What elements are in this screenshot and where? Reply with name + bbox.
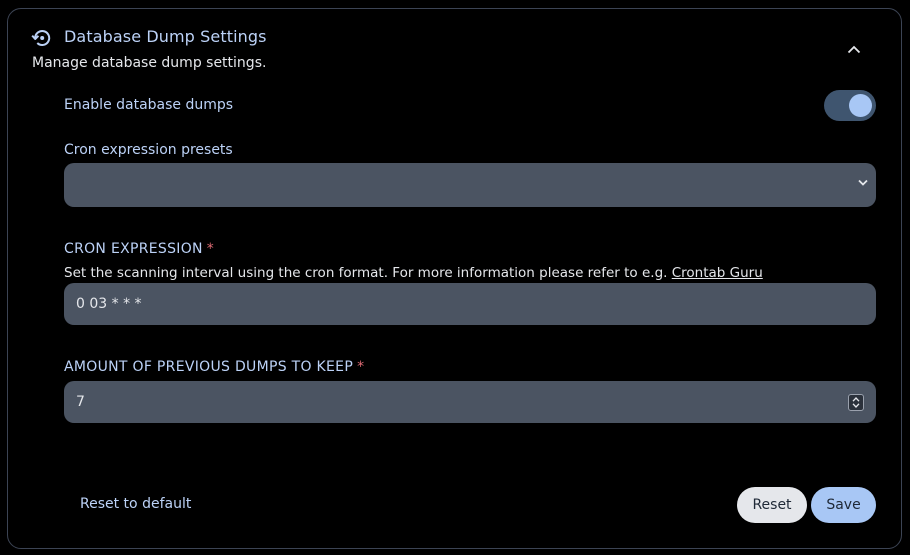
cron-expression-label-text: CRON EXPRESSION: [64, 241, 203, 257]
chevron-up-icon: [847, 45, 861, 53]
cron-presets-select[interactable]: [64, 163, 876, 207]
cron-expression-label: CRON EXPRESSION *: [64, 241, 214, 257]
dumps-to-keep-label-text: AMOUNT OF PREVIOUS DUMPS TO KEEP: [64, 359, 354, 375]
section-description: Manage database dump settings.: [32, 55, 267, 71]
collapse-button[interactable]: [842, 37, 866, 61]
cron-expression-value: 0 03 * * *: [76, 296, 142, 312]
backup-restore-icon: [31, 27, 53, 49]
save-button[interactable]: Save: [811, 487, 876, 523]
crontab-guru-link[interactable]: Crontab Guru: [672, 265, 763, 281]
section-title: Database Dump Settings: [64, 27, 267, 46]
chevron-down-icon: [858, 179, 868, 186]
number-stepper[interactable]: [848, 394, 864, 411]
enable-dumps-toggle[interactable]: [824, 90, 876, 121]
required-mark: *: [206, 241, 215, 257]
cron-help-text-body: Set the scanning interval using the cron…: [64, 265, 672, 281]
dumps-to-keep-value: 7: [76, 394, 85, 410]
cron-presets-label: Cron expression presets: [64, 142, 233, 158]
stepper-up-icon[interactable]: [852, 397, 860, 402]
reset-to-default-button[interactable]: Reset to default: [80, 496, 191, 512]
stepper-down-icon[interactable]: [852, 403, 860, 408]
dumps-to-keep-input[interactable]: 7: [64, 381, 876, 423]
cron-expression-input[interactable]: 0 03 * * *: [64, 283, 876, 325]
reset-button[interactable]: Reset: [737, 487, 807, 523]
required-mark: *: [357, 359, 365, 375]
toggle-knob: [849, 94, 872, 117]
enable-dumps-label: Enable database dumps: [64, 97, 234, 113]
cron-help-text: Set the scanning interval using the cron…: [64, 265, 763, 281]
dumps-to-keep-label: AMOUNT OF PREVIOUS DUMPS TO KEEP *: [64, 359, 364, 375]
